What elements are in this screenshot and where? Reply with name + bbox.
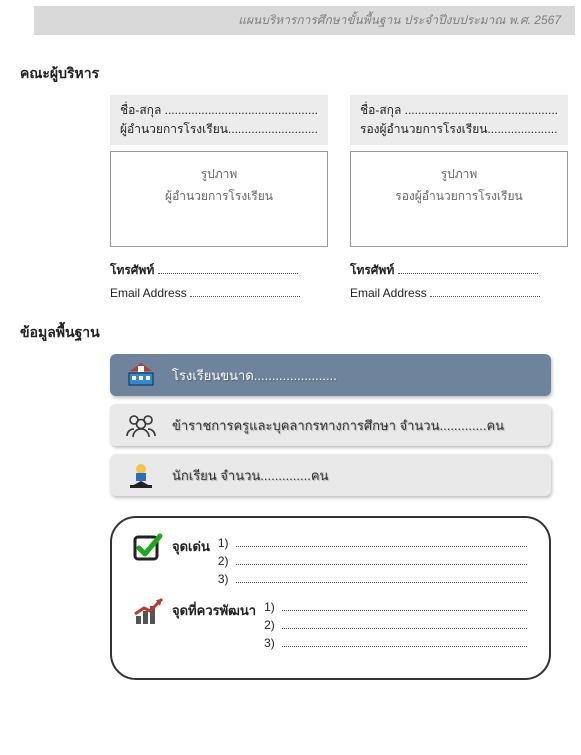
improve-lines: 1) 2) 3) [264, 596, 527, 654]
admin-col-director: ชื่อ-สกุล ..............................… [110, 95, 328, 300]
improve-row: จุดที่ควรพัฒนา 1) 2) 3) [132, 596, 527, 654]
strengths-num-3: 3) [218, 572, 236, 586]
pill-staff-text: ข้าราชการครูและบุคลากรทางการศึกษา จำนวน.… [172, 415, 504, 436]
page-header-title: แผนบริหารการศึกษาขั้นพื้นฐาน ประจำปีงบปร… [238, 13, 561, 27]
student-icon [110, 461, 172, 489]
admin-col-deputy: ชื่อ-สกุล ..............................… [350, 95, 568, 300]
director-email-label: Email Address [110, 286, 187, 300]
deputy-name-label: ชื่อ-สกุล ..............................… [360, 101, 558, 120]
improve-line-1 [282, 601, 527, 611]
page-header-bar: แผนบริหารการศึกษาขั้นพื้นฐาน ประจำปีงบปร… [34, 6, 575, 35]
improve-num-1: 1) [264, 600, 282, 614]
deputy-photo-label: รูปภาพ [351, 164, 567, 186]
director-phone-label: โทรศัพท์ [110, 263, 154, 277]
growth-chart-icon [132, 596, 172, 626]
improve-line-2 [282, 619, 527, 629]
deputy-email-label: Email Address [350, 286, 427, 300]
pill-list: โรงเรียนขนาด....................... ข้าร… [110, 354, 551, 496]
director-photo-box: รูปภาพ ผู้อำนวยการโรงเรียน [110, 151, 328, 247]
director-email-line [190, 287, 300, 298]
improve-label: จุดที่ควรพัฒนา [172, 596, 256, 621]
deputy-phone-label: โทรศัพท์ [350, 263, 394, 277]
director-email-row: Email Address [110, 286, 328, 300]
strengths-num-2: 2) [218, 554, 236, 568]
deputy-email-row: Email Address [350, 286, 568, 300]
director-phone-row: โทรศัพท์ [110, 261, 328, 280]
deputy-email-line [430, 287, 540, 298]
administrators-grid: ชื่อ-สกุล ..............................… [110, 95, 551, 300]
school-icon [110, 361, 172, 389]
deputy-phone-line [398, 264, 538, 275]
director-phone-line [158, 264, 298, 275]
director-name-label: ชื่อ-สกุล ..............................… [120, 101, 318, 120]
pill-students: นักเรียน จำนวน..............คน [110, 454, 551, 496]
improve-num-2: 2) [264, 618, 282, 632]
deputy-photo-box: รูปภาพ รองผู้อำนวยการโรงเรียน [350, 151, 568, 247]
checkmark-icon [132, 532, 172, 562]
staff-icon [110, 412, 172, 438]
strengths-lines: 1) 2) 3) [218, 532, 527, 590]
deputy-name-box: ชื่อ-สกุล ..............................… [350, 95, 568, 145]
strengths-num-1: 1) [218, 536, 236, 550]
pill-students-text: นักเรียน จำนวน..............คน [172, 465, 328, 486]
director-name-box: ชื่อ-สกุล ..............................… [110, 95, 328, 145]
deputy-role-label: รองผู้อำนวยการโรงเรียน..................… [360, 120, 558, 139]
pill-school-size-text: โรงเรียนขนาด....................... [172, 365, 337, 386]
improve-line-3 [282, 637, 527, 647]
page-content: คณะผู้บริหาร ชื่อ-สกุล .................… [0, 35, 581, 708]
strengths-line-1 [236, 537, 527, 547]
strengths-improve-box: จุดเด่น 1) 2) 3) จุดที่ควรพัฒนา 1) [110, 516, 551, 680]
pill-staff: ข้าราชการครูและบุคลากรทางการศึกษา จำนวน.… [110, 404, 551, 446]
director-photo-role: ผู้อำนวยการโรงเรียน [111, 186, 327, 208]
deputy-photo-role: รองผู้อำนวยการโรงเรียน [351, 186, 567, 208]
basic-info-heading: ข้อมูลพื้นฐาน [20, 322, 561, 344]
strengths-line-3 [236, 573, 527, 583]
strengths-label: จุดเด่น [172, 532, 210, 557]
pill-school-size: โรงเรียนขนาด....................... [110, 354, 551, 396]
strengths-row: จุดเด่น 1) 2) 3) [132, 532, 527, 590]
strengths-line-2 [236, 555, 527, 565]
deputy-phone-row: โทรศัพท์ [350, 261, 568, 280]
improve-num-3: 3) [264, 636, 282, 650]
director-photo-label: รูปภาพ [111, 164, 327, 186]
director-role-label: ผู้อำนวยการโรงเรียน.....................… [120, 120, 318, 139]
administrators-heading: คณะผู้บริหาร [20, 63, 561, 85]
